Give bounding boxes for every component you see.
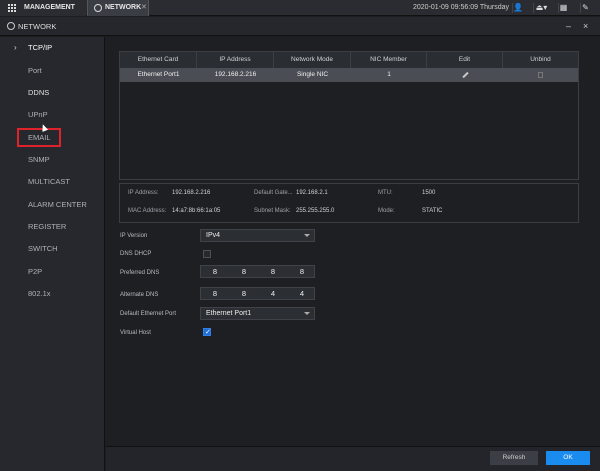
chevron-down-icon: [304, 312, 310, 315]
tab-network[interactable]: NETWORK ✕: [87, 0, 149, 16]
sidebar-item-label: SNMP: [28, 155, 50, 164]
ip-octet[interactable]: 8: [288, 266, 316, 277]
table-header: Network Mode: [274, 52, 351, 68]
ok-button[interactable]: OK: [546, 451, 590, 465]
ip-version-select[interactable]: IPv4: [200, 229, 315, 242]
sidebar-item-label: REGISTER: [28, 222, 67, 231]
default-port-label: Default Ethernet Port: [120, 311, 177, 317]
cell-nic-member: 1: [387, 71, 391, 78]
edit-screen-icon[interactable]: ✎: [580, 3, 590, 13]
gear-icon: [7, 22, 15, 30]
sidebar-item-8021x[interactable]: 802.1x: [0, 284, 105, 304]
sidebar-item-alarm-center[interactable]: ALARM CENTER: [0, 195, 105, 215]
sidebar-item-tcpip[interactable]: › TCP/IP: [0, 38, 105, 58]
globe-icon: [94, 4, 102, 12]
alternate-dns-input[interactable]: 8 8 4 4: [200, 287, 315, 300]
window-title: NETWORK: [18, 22, 57, 31]
tab-management-label: MANAGEMENT: [24, 4, 75, 11]
sidebar-item-port[interactable]: Port: [0, 61, 105, 81]
table-header: NIC Member: [351, 52, 427, 68]
table-header: Unbind: [503, 52, 578, 68]
cell-network-mode: Single NIC: [296, 71, 329, 78]
mac-address-value: 14:a7:8b:66:1a:05: [172, 208, 221, 214]
ip-version-label: IP Version: [120, 233, 148, 239]
ip-octet[interactable]: 4: [259, 288, 287, 299]
ip-version-value: IPv4: [206, 232, 221, 239]
highlight-box: [17, 128, 61, 147]
grid-view-icon[interactable]: ▦: [558, 3, 568, 13]
tab-network-label: NETWORK: [105, 4, 142, 11]
sidebar-item-label: SWITCH: [28, 244, 58, 253]
virtual-host-label: Virtual Host: [120, 330, 151, 336]
sidebar-item-label: MULTICAST: [28, 177, 70, 186]
logout-icon[interactable]: ⏏▾: [533, 3, 549, 13]
tab-management[interactable]: MANAGEMENT: [0, 0, 86, 16]
default-port-select[interactable]: Ethernet Port1: [200, 307, 315, 320]
user-icon[interactable]: 👤: [512, 3, 523, 13]
mode-value: STATIC: [422, 208, 443, 214]
sidebar-item-snmp[interactable]: SNMP: [0, 150, 105, 170]
info-panel: [119, 183, 579, 223]
check-icon: ✓: [205, 329, 211, 336]
unbind-trash-icon[interactable]: [503, 68, 578, 82]
sidebar-item-register[interactable]: REGISTER: [0, 217, 105, 237]
grid-icon: [8, 4, 16, 12]
sidebar-item-label: P2P: [28, 267, 43, 276]
virtual-host-checkbox[interactable]: ✓: [203, 328, 211, 336]
sidebar-item-switch[interactable]: SWITCH: [0, 239, 105, 259]
mac-address-label: MAC Address:: [128, 208, 167, 214]
table-header: IP Address: [197, 52, 274, 68]
close-icon[interactable]: ×: [583, 17, 588, 36]
preferred-dns-input[interactable]: 8 8 8 8: [200, 265, 315, 278]
cell-ip-address: 192.168.2.216: [214, 71, 257, 78]
datetime: 2020-01-09 09:56:09 Thursday: [413, 4, 509, 11]
sidebar-item-label: ALARM CENTER: [28, 200, 87, 209]
sidebar-item-multicast[interactable]: MULTICAST: [0, 172, 105, 192]
minimize-icon[interactable]: –: [566, 17, 571, 36]
window-titlebar: NETWORK – ×: [0, 17, 600, 36]
sidebar-item-ddns[interactable]: DDNS: [0, 83, 105, 103]
ip-octet[interactable]: 4: [288, 288, 316, 299]
refresh-button[interactable]: Refresh: [490, 451, 538, 465]
sidebar-item-label: TCP/IP: [28, 43, 53, 52]
sidebar-item-label: DDNS: [28, 88, 50, 97]
ip-octet[interactable]: 8: [230, 288, 258, 299]
top-bar: MANAGEMENT NETWORK ✕ 2020-01-09 09:56:09…: [0, 0, 600, 16]
cell-ethernet-card: Ethernet Port1: [137, 71, 180, 78]
alternate-dns-label: Alternate DNS: [120, 292, 159, 298]
nic-table: Ethernet Card IP Address Network Mode NI…: [119, 51, 579, 180]
mtu-label: MTU:: [378, 190, 393, 196]
subnet-mask-value: 255.255.255.0: [296, 208, 335, 214]
sidebar-item-label: 802.1x: [28, 289, 51, 298]
table-row[interactable]: Ethernet Port1 192.168.2.216 Single NIC …: [120, 68, 578, 82]
default-gateway-value: 192.168.2.1: [296, 190, 328, 196]
preferred-dns-label: Preferred DNS: [120, 270, 160, 276]
default-gateway-label: Default Gate...: [254, 190, 293, 196]
ip-octet[interactable]: 8: [230, 266, 258, 277]
sidebar-item-label: UPnP: [28, 110, 48, 119]
ip-address-label: IP Address:: [128, 190, 159, 196]
sidebar-item-upnp[interactable]: UPnP: [0, 105, 105, 125]
default-port-value: Ethernet Port1: [206, 310, 252, 317]
subnet-mask-label: Subnet Mask:: [254, 208, 291, 214]
sidebar-item-label: Port: [28, 66, 42, 75]
dns-dhcp-label: DNS DHCP: [120, 251, 152, 257]
ip-address-value: 192.168.2.216: [172, 190, 211, 196]
edit-pencil-icon[interactable]: [427, 68, 503, 82]
dns-dhcp-checkbox[interactable]: [203, 250, 211, 258]
chevron-right-icon: ›: [14, 43, 17, 52]
mode-label: Mode:: [378, 208, 395, 214]
tab-close-icon[interactable]: ✕: [141, 0, 147, 16]
table-header: Ethernet Card: [120, 52, 197, 68]
ip-octet[interactable]: 8: [201, 266, 229, 277]
mtu-value: 1500: [422, 190, 436, 196]
chevron-down-icon: [304, 234, 310, 237]
ip-octet[interactable]: 8: [259, 266, 287, 277]
table-header: Edit: [427, 52, 503, 68]
sidebar-item-p2p[interactable]: P2P: [0, 262, 105, 282]
ip-octet[interactable]: 8: [201, 288, 229, 299]
